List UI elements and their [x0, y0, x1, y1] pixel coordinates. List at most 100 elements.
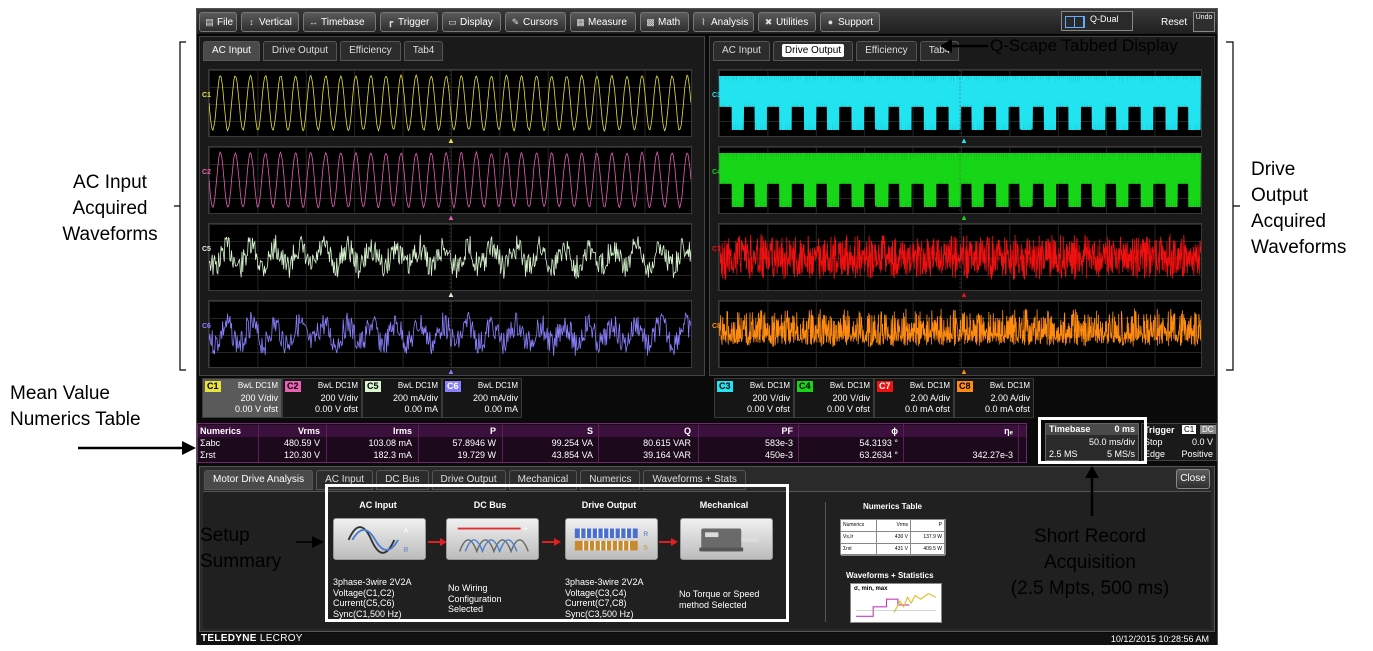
channel-descriptor-c3[interactable]: C3 BwL DC1M 200 V/div 0.00 V ofst [714, 378, 794, 418]
channel-coupling: BwL DC1M [237, 381, 278, 390]
numerics-cell: 182.3 mA [373, 450, 412, 460]
annotation-line: Short Record [1034, 526, 1146, 547]
menu-display-button[interactable]: ▭ Display [442, 12, 501, 32]
dialog-tab-motor-drive-analysis[interactable]: Motor Drive Analysis [204, 470, 314, 490]
column-divider [326, 424, 327, 462]
column-divider [903, 424, 904, 462]
menu-vertical-button[interactable]: ↕ Vertical [241, 12, 299, 32]
waveforms-stats-preview[interactable]: σ, min, max [850, 583, 942, 623]
tab-drive-output[interactable]: Drive Output [262, 41, 338, 61]
mini-table-row: Numerics Vrms P [841, 520, 945, 532]
waveform-trace [719, 224, 1201, 290]
numerics-table[interactable]: Numerics Vrms Irms P S Q PF ϕ ηₑ Σabc 480.59 V 103.… [197, 423, 1027, 463]
trace-label: C5 [202, 246, 211, 253]
channel-tag: C8 [957, 381, 973, 392]
trigger-marker-icon: ▲ [447, 136, 455, 145]
channel-descriptor-c8[interactable]: C8 BwL DC1M 2.00 A/div 0.0 mA ofst [954, 378, 1034, 418]
column-divider [1018, 424, 1019, 462]
channel-offset: 0.00 V ofst [314, 404, 358, 414]
menu-trigger-button[interactable]: ┏ Trigger [380, 12, 438, 32]
trigger-marker-icon: ▲ [447, 290, 455, 299]
channel-scale: 200 mA/div [392, 393, 438, 403]
trace-label: C2 [202, 169, 211, 176]
file-icon: ▤ [205, 17, 214, 27]
numerics-table-title: Numerics Table [863, 502, 922, 511]
tab-efficiency[interactable]: Efficiency [340, 41, 401, 61]
tab-efficiency[interactable]: Efficiency [856, 41, 917, 61]
menu-analysis-button[interactable]: ⌇ Analysis [693, 12, 754, 32]
tab-tab4[interactable]: Tab4 [919, 41, 960, 61]
numerics-cell: 103.08 mA [368, 438, 412, 448]
waveform-trace [209, 70, 691, 136]
info-icon: ● [827, 17, 834, 27]
cursors-icon: ✎ [511, 17, 520, 27]
menu-cursors-button[interactable]: ✎ Cursors [505, 12, 566, 32]
numerics-cell: ηₑ [1004, 426, 1013, 436]
short-record-highlight [1038, 417, 1147, 464]
tab-ac-input[interactable]: AC Input [713, 41, 770, 61]
mini-table-cell: 409.5 W [911, 544, 945, 555]
column-divider [798, 424, 799, 462]
trigger-marker-icon: ▲ [960, 367, 968, 376]
channel-tag: C5 [365, 381, 381, 392]
numerics-cell: 120.30 V [283, 450, 320, 460]
annotation-line: Output [1251, 185, 1309, 206]
trace-label: C3 [712, 92, 721, 99]
channel-offset: 0.00 mA [404, 404, 438, 414]
undo-button[interactable]: Undo [1193, 12, 1215, 32]
numerics-cell: 450e-3 [764, 450, 793, 460]
grid-panel-right: AC Input Drive Output Efficiency Tab4 C3 ▲ C4… [709, 36, 1215, 376]
waveform-grid-c5[interactable]: C5 [202, 223, 692, 291]
numerics-cell: 480.59 V [283, 438, 320, 448]
divider [825, 502, 826, 622]
trigger-descriptor[interactable]: Trigger C1 DC Stop 0.0 V Edge Positive [1141, 423, 1217, 461]
channel-scale: 200 V/div [320, 393, 358, 403]
waveform-grid-c2[interactable]: C2 [202, 146, 692, 214]
numerics-cell: 342.27e-3 [972, 450, 1013, 460]
utilities-icon: ✖ [764, 17, 773, 27]
channel-offset: 0.00 V ofst [234, 404, 278, 414]
annotation-line: (2.5 Mpts, 500 ms) [1010, 578, 1170, 599]
channel-descriptor-c5[interactable]: C5 BwL DC1M 200 mA/div 0.00 mA [362, 378, 442, 418]
menu-measure-button[interactable]: ▦ Measure [570, 12, 636, 32]
numerics-header-row: Numerics Vrms Irms P S Q PF ϕ ηₑ [198, 425, 1026, 437]
tab-label: AC Input [722, 45, 761, 56]
annotation-line: Acquired [72, 198, 148, 219]
grid-panel-left: AC Input Drive Output Efficiency Tab4 C1 ▲ C2… [199, 36, 705, 376]
menu-support-button[interactable]: ● Support [820, 12, 880, 32]
menu-file-button[interactable]: ▤ File [199, 12, 237, 32]
menu-timebase-button[interactable]: ↔ Timebase [303, 12, 376, 32]
numerics-cell: Σrst [200, 450, 216, 460]
close-button[interactable]: Close [1176, 469, 1210, 489]
menu-utilities-button[interactable]: ✖ Utilities [758, 12, 816, 32]
waveform-grid-c3[interactable]: C3 [712, 69, 1202, 137]
channel-descriptor-c1[interactable]: C1 BwL DC1M 200 V/div 0.00 V ofst [202, 378, 282, 418]
waveform-grid-c1[interactable]: C1 [202, 69, 692, 137]
display-mode-button[interactable]: Q-Dual [1061, 11, 1133, 31]
tab-drive-output[interactable]: Drive Output [772, 41, 854, 61]
waveform-grid-c7[interactable]: C7 [712, 223, 1202, 291]
numerics-table-preview[interactable]: Numerics Vrms P Vs,Ir 430 V 137.9 W Σrst 431 V4… [840, 519, 946, 556]
waveform-grid-c8[interactable]: C8 [712, 300, 1202, 368]
channel-descriptor-c6[interactable]: C6 BwL DC1M 200 mA/div 0.00 mA [442, 378, 522, 418]
trigger-type: Edge [1144, 449, 1166, 459]
channel-tag: C1 [205, 381, 221, 392]
numerics-cell: 39.164 VAR [643, 450, 691, 460]
trigger-marker-icon: ▲ [447, 213, 455, 222]
waveform-trace [719, 301, 1201, 367]
tab-tab4[interactable]: Tab4 [403, 41, 444, 61]
math-icon: ▩ [646, 17, 655, 27]
reset-button[interactable]: Reset [1161, 17, 1187, 28]
channel-descriptor-c4[interactable]: C4 BwL DC1M 200 V/div 0.00 V ofst [794, 378, 874, 418]
annotation-line: Drive [1251, 159, 1296, 180]
channel-coupling: BwL DC1M [749, 381, 790, 390]
menu-math-button[interactable]: ▩ Math [640, 12, 689, 32]
waveform-grid-c4[interactable]: C4 [712, 146, 1202, 214]
channel-descriptor-c2[interactable]: C2 BwL DC1M 200 V/div 0.00 V ofst [282, 378, 362, 418]
column-divider [418, 424, 419, 462]
tab-ac-input[interactable]: AC Input [203, 41, 260, 61]
waveform-grid-c6[interactable]: C6 [202, 300, 692, 368]
channel-descriptor-c7[interactable]: C7 BwL DC1M 2.00 A/div 0.0 mA ofst [874, 378, 954, 418]
tab-bar-left: AC Input Drive Output Efficiency Tab4 [203, 41, 444, 61]
numerics-cell: 80.615 VAR [643, 438, 691, 448]
